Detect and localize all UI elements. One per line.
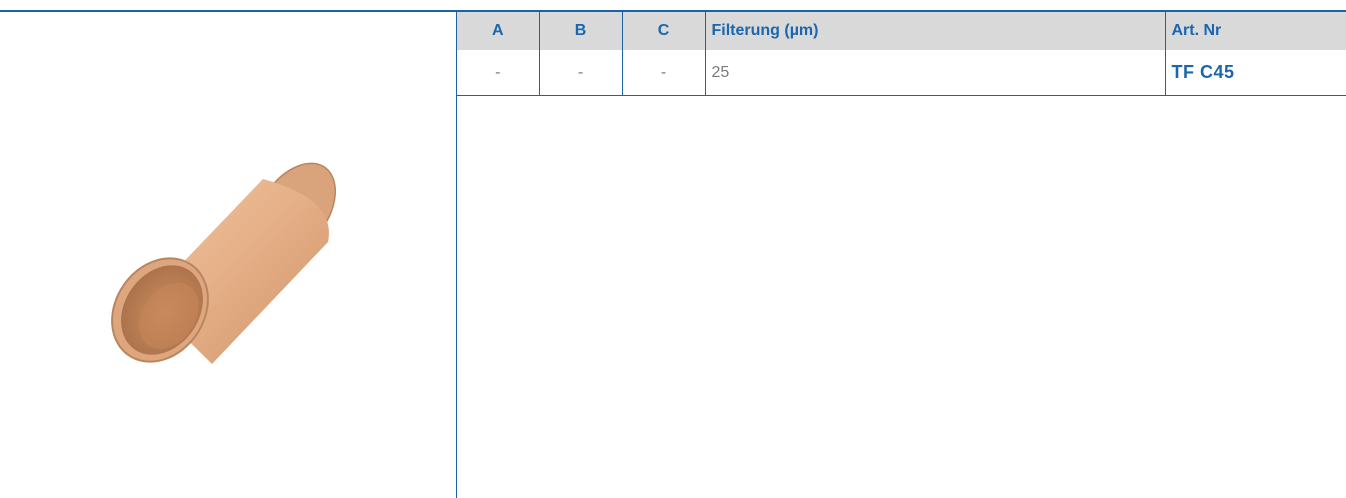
table-header-row: A B C Filterung (µm) Art. Nr: [457, 12, 1346, 50]
cell-a: -: [457, 50, 540, 96]
filter-cylinder-image: [111, 162, 337, 364]
header-filterung: Filterung (µm): [705, 12, 1166, 50]
spec-table: A B C Filterung (µm) Art. Nr - - - 25 TF…: [457, 12, 1346, 96]
header-art-nr: Art. Nr: [1165, 12, 1346, 50]
header-c: C: [622, 12, 706, 50]
header-a: A: [457, 12, 540, 50]
cell-art-nr[interactable]: TF C45: [1165, 50, 1346, 96]
table-row: - - - 25 TF C45: [457, 50, 1346, 96]
cell-b: -: [539, 50, 623, 96]
cell-filterung: 25: [705, 50, 1166, 96]
cell-c: -: [622, 50, 706, 96]
header-b: B: [539, 12, 623, 50]
